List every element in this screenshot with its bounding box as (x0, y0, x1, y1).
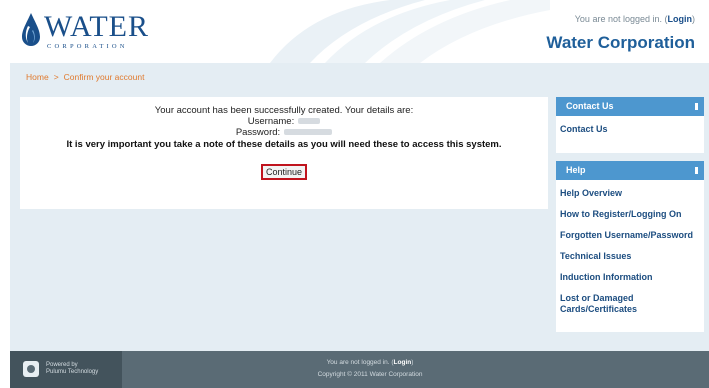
water-corporation-logo[interactable]: WATER CORPORATION (20, 12, 149, 52)
sidebar-link-induction[interactable]: Induction Information (556, 272, 704, 283)
main-area: Home > Confirm your account Your account h… (10, 63, 709, 351)
contact-us-panel-title: Contact Us (566, 101, 614, 111)
footer-login-suffix: ) (411, 359, 414, 366)
contact-us-panel-header[interactable]: Contact Us (556, 97, 704, 116)
footer-info: You are not logged in. (Login) Copyright… (290, 357, 450, 381)
footer-login-prefix: You are not logged in. ( (326, 359, 394, 366)
header-swoosh-decoration (270, 0, 550, 63)
header-login-status: You are not logged in. (Login) (575, 14, 695, 24)
breadcrumb-current: Confirm your account (63, 72, 145, 82)
powered-by-block: Powered by Pulumu Technology (10, 351, 122, 388)
powered-by-company: Pulumu Technology (46, 369, 99, 375)
sidebar-link-technical[interactable]: Technical Issues (556, 251, 704, 262)
password-label: Password: (235, 127, 281, 138)
pulumu-logo-icon (23, 361, 39, 377)
username-value-redacted (298, 118, 321, 125)
login-status-suffix: ) (692, 14, 695, 24)
sidebar-link-contact-us[interactable]: Contact Us (556, 124, 704, 134)
sidebar-link-forgotten[interactable]: Forgotten Username/Password (556, 230, 704, 241)
footer-login-link[interactable]: Login (394, 359, 412, 366)
password-value-redacted (284, 129, 333, 136)
logo-subtitle: CORPORATION (47, 43, 128, 50)
important-note: It is very important you take a note of … (66, 139, 502, 150)
username-row: Username: (20, 116, 548, 127)
help-panel-header[interactable]: Help (556, 161, 704, 180)
login-status-prefix: You are not logged in. ( (574, 14, 668, 24)
footer-login-status: You are not logged in. (Login) (290, 357, 450, 369)
sidebar-link-register[interactable]: How to Register/Logging On (556, 209, 704, 220)
corporation-name: Water Corporation (546, 33, 695, 52)
confirmation-panel: Your account has been successfully creat… (20, 97, 548, 209)
logo-word: WATER (44, 10, 149, 43)
success-message: Your account has been successfully creat… (154, 105, 414, 116)
powered-by-label: Powered by (46, 362, 78, 368)
panel-marker-icon (695, 103, 698, 110)
breadcrumb-separator: > (53, 72, 59, 82)
contact-us-panel: Contact Us Contact Us (556, 97, 704, 153)
sidebar-link-lost-cards[interactable]: Lost or Damaged Cards/Certificates (556, 293, 666, 315)
sidebar-link-help-overview[interactable]: Help Overview (556, 188, 704, 199)
password-row: Password: (20, 127, 548, 138)
panel-marker-icon (695, 167, 698, 174)
continue-button[interactable]: Continue (260, 164, 308, 180)
help-panel: Help Help Overview How to Register/Loggi… (556, 161, 704, 332)
site-header: WATER CORPORATION You are not logged in.… (0, 0, 709, 63)
breadcrumb: Home > Confirm your account (26, 72, 144, 82)
breadcrumb-home[interactable]: Home (26, 72, 49, 82)
help-panel-title: Help (566, 165, 586, 175)
username-label: Username: (247, 116, 295, 127)
water-drop-icon (22, 13, 40, 46)
site-footer: Powered by Pulumu Technology You are not… (10, 351, 709, 388)
footer-copyright: Copyright © 2011 Water Corporation (317, 371, 423, 378)
header-login-link[interactable]: Login (668, 14, 693, 24)
